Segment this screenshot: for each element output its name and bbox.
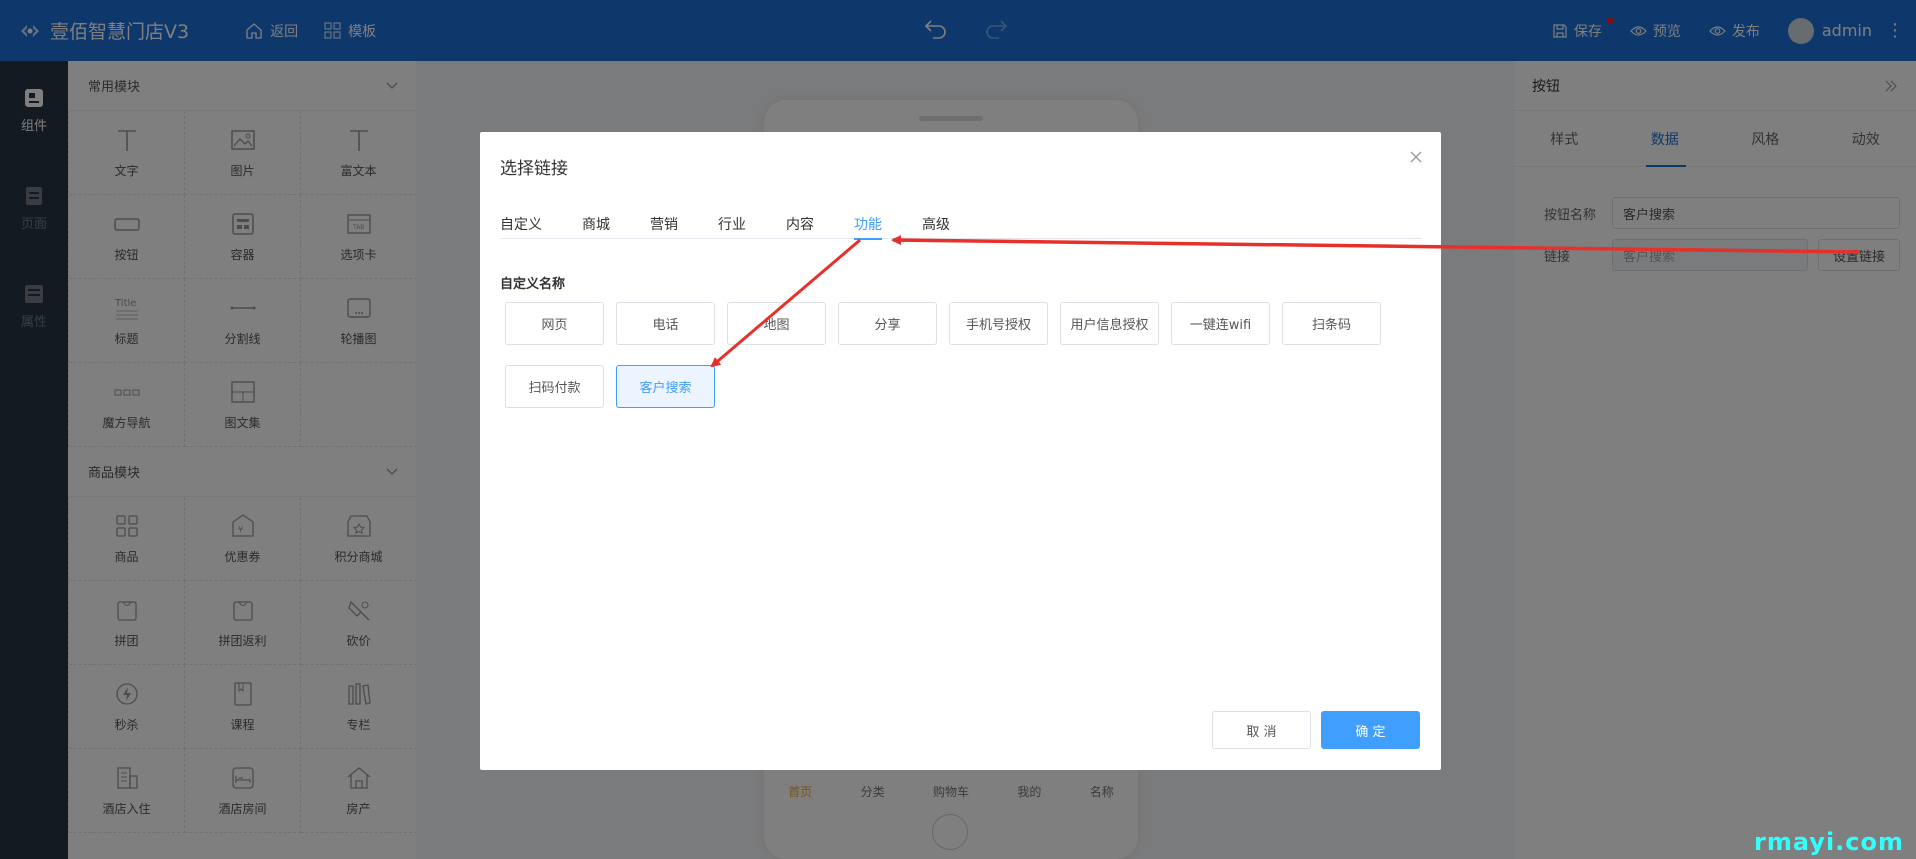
option-phone-auth[interactable]: 手机号授权 xyxy=(949,302,1048,345)
close-icon[interactable] xyxy=(1409,150,1423,164)
option-share[interactable]: 分享 xyxy=(838,302,937,345)
tab-content[interactable]: 内容 xyxy=(786,214,814,239)
dialog-title: 选择链接 xyxy=(500,159,568,179)
tab-advanced[interactable]: 高级 xyxy=(922,214,950,239)
confirm-button[interactable]: 确 定 xyxy=(1321,711,1420,749)
select-link-dialog: 选择链接 自定义 商城 营销 行业 内容 功能 高级 自定义名称 网页 电话 地… xyxy=(480,132,1441,770)
option-scan-barcode[interactable]: 扫条码 xyxy=(1282,302,1381,345)
option-phone[interactable]: 电话 xyxy=(616,302,715,345)
tab-custom[interactable]: 自定义 xyxy=(500,214,542,239)
option-map[interactable]: 地图 xyxy=(727,302,826,345)
option-customer-search[interactable]: 客户搜索 xyxy=(616,365,715,408)
option-scan-pay[interactable]: 扫码付款 xyxy=(505,365,604,408)
option-wifi[interactable]: 一键连wifi xyxy=(1171,302,1270,345)
link-type-tabs: 自定义 商城 营销 行业 内容 功能 高级 xyxy=(500,214,1421,240)
option-userinfo-auth[interactable]: 用户信息授权 xyxy=(1060,302,1159,345)
tab-mall[interactable]: 商城 xyxy=(582,214,610,239)
watermark: rmayi.com xyxy=(1754,828,1905,856)
cancel-button[interactable]: 取 消 xyxy=(1212,711,1311,749)
section-title: 自定义名称 xyxy=(500,277,566,292)
option-webpage[interactable]: 网页 xyxy=(505,302,604,345)
tab-marketing[interactable]: 营销 xyxy=(650,214,678,239)
tab-function[interactable]: 功能 xyxy=(854,214,882,240)
function-options: 网页 电话 地图 分享 手机号授权 用户信息授权 一键连wifi 扫条码 扫码付… xyxy=(505,302,1385,408)
tab-industry[interactable]: 行业 xyxy=(718,214,746,239)
